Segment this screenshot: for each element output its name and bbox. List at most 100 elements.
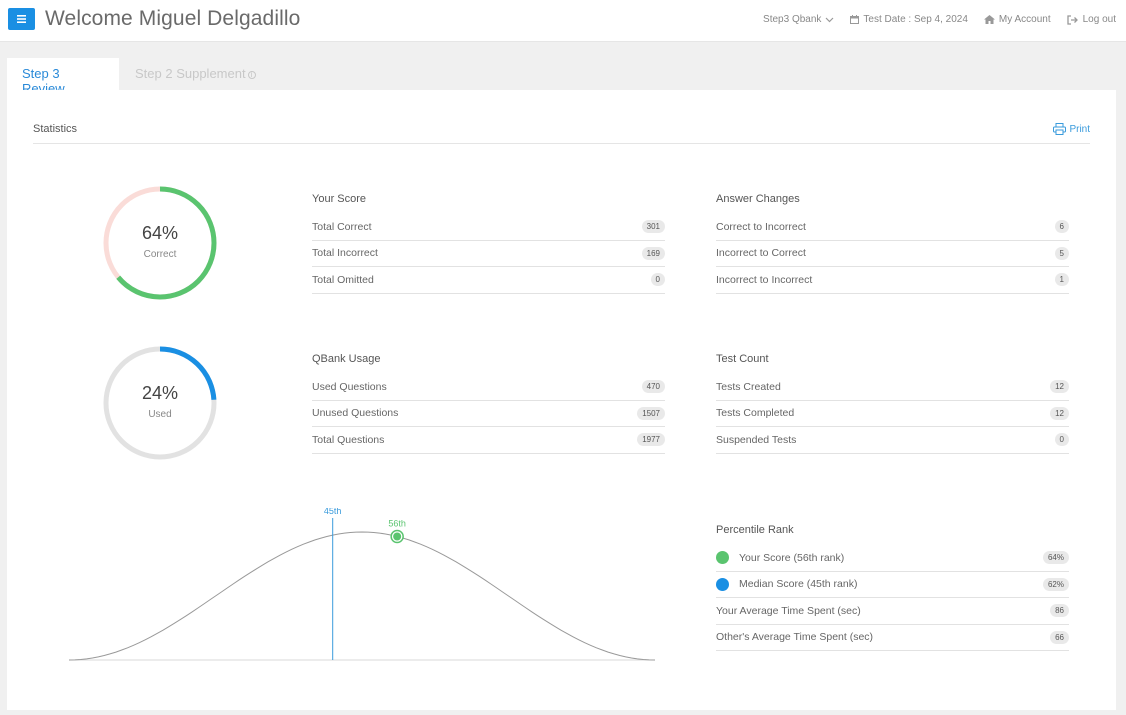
statistics-panel: Statistics Print 64% Correct 24% Used Yo… bbox=[7, 90, 1116, 710]
hamburger-icon bbox=[17, 15, 26, 23]
median-marker-label: 45th bbox=[324, 508, 342, 516]
row-label: Your Average Time Spent (sec) bbox=[716, 604, 861, 617]
row-label: Total Incorrect bbox=[312, 247, 378, 260]
table-row: Total Incorrect 169 bbox=[312, 241, 665, 267]
count-badge: 0 bbox=[1054, 433, 1069, 447]
row-label: Unused Questions bbox=[312, 407, 399, 420]
count-badge: 64% bbox=[1042, 551, 1069, 565]
count-badge: 66 bbox=[1050, 630, 1069, 644]
table-row: Total Omitted 0 bbox=[312, 267, 665, 294]
test-date-label: Test Date : Sep 4, 2024 bbox=[863, 14, 968, 25]
legend-dot-median bbox=[716, 577, 729, 591]
tab-step3-review[interactable]: Step 3 Review bbox=[7, 58, 119, 96]
table-row: Used Questions 470 bbox=[312, 374, 665, 401]
table-row: Incorrect to Incorrect 1 bbox=[716, 267, 1069, 294]
row-label: Your Score (56th rank) bbox=[716, 551, 845, 565]
row-label: Incorrect to Correct bbox=[716, 247, 806, 260]
score-percent: 64% bbox=[141, 223, 179, 243]
top-nav: Step3 Qbank Test Date : Sep 4, 2024 My A… bbox=[747, 14, 1116, 25]
table-row: Unused Questions 1507 bbox=[312, 401, 665, 427]
table-row: Total Questions 1977 bbox=[312, 427, 665, 454]
row-label-text: Median Score (45th rank) bbox=[739, 578, 858, 591]
your-score-block: Your Score Total Correct 301 Total Incorr… bbox=[312, 192, 665, 294]
test-count-block: Test Count Tests Created 12 Tests Complet… bbox=[716, 352, 1069, 454]
panel-title: Statistics bbox=[33, 123, 78, 135]
answer-changes-heading: Answer Changes bbox=[716, 193, 800, 205]
test-count-heading: Test Count bbox=[716, 353, 769, 365]
info-icon: i bbox=[247, 70, 256, 79]
usage-percent: 24% bbox=[141, 383, 179, 403]
usage-label: Used bbox=[148, 409, 172, 420]
table-row: Correct to Incorrect 6 bbox=[716, 214, 1069, 241]
score-label: Correct bbox=[143, 249, 177, 260]
count-badge: 12 bbox=[1050, 406, 1069, 420]
logout-icon bbox=[1066, 14, 1078, 25]
row-label: Incorrect to Incorrect bbox=[716, 273, 813, 286]
bell-curve-line bbox=[69, 531, 656, 661]
score-donut: 64% Correct bbox=[100, 183, 220, 303]
row-label: Tests Created bbox=[716, 380, 781, 393]
answer-changes-block: Answer Changes Correct to Incorrect 6 Inc… bbox=[716, 192, 1069, 294]
qbank-label: Step3 Qbank bbox=[763, 14, 822, 25]
divider bbox=[33, 143, 1090, 144]
qbank-usage-block: QBank Usage Used Questions 470 Unused Que… bbox=[312, 352, 665, 454]
calendar-icon bbox=[850, 15, 860, 24]
welcome-title: Welcome Miguel Delgadillo bbox=[45, 7, 301, 30]
count-badge: 6 bbox=[1054, 220, 1069, 234]
table-row: Your Average Time Spent (sec) 86 bbox=[716, 598, 1069, 625]
count-badge: 86 bbox=[1050, 604, 1069, 618]
count-badge: 5 bbox=[1054, 246, 1069, 260]
percentile-rank-heading: Percentile Rank bbox=[716, 524, 794, 536]
tab-label: Step 2 Supplement bbox=[135, 66, 246, 81]
count-badge: 470 bbox=[641, 380, 665, 394]
row-label: Used Questions bbox=[312, 380, 387, 393]
table-row: Your Score (56th rank) 64% bbox=[716, 545, 1069, 572]
percentile-curve: 45th 56th bbox=[69, 508, 656, 661]
table-row: Tests Completed 12 bbox=[716, 401, 1069, 427]
print-label: Print bbox=[1069, 123, 1090, 135]
tab-step2-supplement[interactable]: Step 2 Supplement i bbox=[120, 58, 280, 90]
my-account-label: My Account bbox=[998, 14, 1051, 25]
count-badge: 0 bbox=[650, 273, 665, 287]
logout-label: Log out bbox=[1082, 14, 1116, 25]
table-row: Suspended Tests 0 bbox=[716, 427, 1069, 454]
row-label: Correct to Incorrect bbox=[716, 220, 806, 233]
logout-link[interactable]: Log out bbox=[1066, 14, 1116, 25]
test-date: Test Date : Sep 4, 2024 bbox=[850, 14, 968, 25]
row-label-text: Your Score (56th rank) bbox=[739, 551, 845, 564]
qbank-dropdown[interactable]: Step3 Qbank bbox=[763, 14, 834, 25]
row-label: Tests Completed bbox=[716, 407, 795, 420]
count-badge: 1977 bbox=[637, 433, 665, 447]
row-label: Total Omitted bbox=[312, 273, 374, 286]
chevron-down-icon bbox=[825, 17, 834, 22]
your-score-heading: Your Score bbox=[312, 193, 367, 205]
count-badge: 301 bbox=[641, 220, 665, 234]
count-badge: 12 bbox=[1050, 380, 1069, 394]
row-label: Other's Average Time Spent (sec) bbox=[716, 631, 874, 644]
row-label: Median Score (45th rank) bbox=[716, 577, 858, 591]
table-row: Tests Created 12 bbox=[716, 374, 1069, 401]
legend-dot-your-score bbox=[716, 551, 729, 565]
home-icon bbox=[983, 15, 995, 24]
count-badge: 1 bbox=[1054, 273, 1069, 287]
count-badge: 169 bbox=[641, 246, 665, 260]
row-label: Total Questions bbox=[312, 433, 385, 446]
menu-button[interactable] bbox=[8, 8, 35, 30]
table-row: Total Correct 301 bbox=[312, 214, 665, 241]
top-bar: Welcome Miguel Delgadillo Step3 Qbank Te… bbox=[0, 0, 1126, 42]
your-score-marker-dot bbox=[393, 532, 402, 541]
qbank-usage-heading: QBank Usage bbox=[312, 353, 381, 365]
table-row: Incorrect to Correct 5 bbox=[716, 241, 1069, 267]
row-label: Suspended Tests bbox=[716, 433, 797, 446]
usage-donut: 24% Used bbox=[100, 343, 220, 463]
count-badge: 1507 bbox=[637, 406, 665, 420]
count-badge: 62% bbox=[1042, 577, 1069, 591]
table-row: Other's Average Time Spent (sec) 66 bbox=[716, 625, 1069, 651]
percentile-rank-block: Percentile Rank Your Score (56th rank) 64… bbox=[716, 523, 1069, 651]
row-label: Total Correct bbox=[312, 220, 372, 233]
table-row: Median Score (45th rank) 62% bbox=[716, 572, 1069, 598]
your-score-marker-label: 56th bbox=[388, 518, 406, 528]
print-button[interactable]: Print bbox=[1053, 123, 1090, 135]
printer-icon bbox=[1053, 123, 1067, 135]
my-account-link[interactable]: My Account bbox=[983, 14, 1051, 25]
